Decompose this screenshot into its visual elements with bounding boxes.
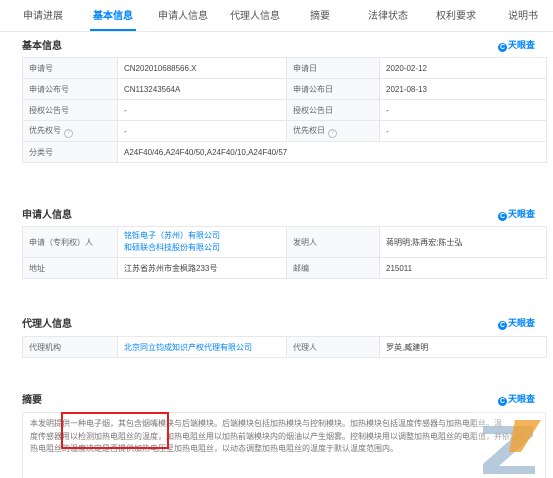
address-value: 江苏省苏州市金枫路233号	[117, 257, 287, 279]
tab-bar: 申请进展 基本信息 申请人信息 代理人信息 摘要 法律状态 权利要求 说明书	[0, 0, 553, 32]
table-row: 申请（专利权）人 铭铄电子（苏州）有限公司 和硕联合科技股份有限公司 发明人 蒋…	[22, 226, 547, 258]
basic-info-table: 申请号 CN202010688566.X 申请日 2020-02-12 申请公布…	[22, 57, 547, 163]
publication-no-label: 申请公布号	[22, 78, 118, 100]
tab-progress[interactable]: 申请进展	[18, 0, 68, 31]
priority-date-value: -	[379, 120, 547, 142]
application-date-value: 2020-02-12	[379, 57, 547, 79]
applicant-link[interactable]: 铭铄电子（苏州）有限公司	[124, 230, 280, 242]
help-icon[interactable]: ?	[64, 128, 73, 138]
agent-info-table: 代理机构 北京同立钧成知识产权代理有限公司 代理人 罗英,臧建明	[22, 336, 547, 358]
agency-link[interactable]: 北京同立钧成知识产权代理有限公司	[124, 343, 252, 352]
table-row: 分类号 A24F40/46,A24F40/50,A24F40/10,A24F40…	[22, 141, 547, 163]
table-row: 代理机构 北京同立钧成知识产权代理有限公司 代理人 罗英,臧建明	[22, 336, 547, 358]
tianyancha-icon: C	[498, 397, 507, 406]
basic-info-title: 基本信息	[22, 41, 62, 52]
applicant-value: 铭铄电子（苏州）有限公司 和硕联合科技股份有限公司	[117, 226, 287, 258]
tianyancha-icon: C	[498, 212, 507, 221]
table-row: 地址 江苏省苏州市金枫路233号 邮编 215011	[22, 257, 547, 279]
help-icon[interactable]: ?	[328, 128, 337, 138]
watermark-logo	[475, 412, 545, 478]
tianyancha-logo[interactable]: C 天眼查	[498, 316, 535, 330]
highlight-box	[61, 412, 169, 449]
table-row: 申请公布号 CN113243564A 申请公布日 2021-08-13	[22, 78, 547, 100]
zip-label: 邮编	[286, 257, 380, 279]
tianyancha-logo[interactable]: C 天眼查	[498, 38, 535, 52]
address-label: 地址	[22, 257, 118, 279]
applicant-info-title: 申请人信息	[22, 210, 72, 221]
tab-basic-info[interactable]: 基本信息	[82, 0, 144, 31]
tianyancha-logo[interactable]: C 天眼查	[498, 207, 535, 221]
table-row: 申请号 CN202010688566.X 申请日 2020-02-12	[22, 57, 547, 79]
agent-value: 罗英,臧建明	[379, 336, 547, 358]
grant-date-value: -	[379, 99, 547, 121]
table-row: 优先权号? - 优先权日? -	[22, 120, 547, 142]
priority-no-value: -	[117, 120, 287, 142]
tab-claims[interactable]: 权利要求	[428, 0, 484, 31]
grant-date-label: 授权公告日	[286, 99, 380, 121]
abstract-title: 摘要	[22, 395, 42, 406]
publication-no-value: CN113243564A	[117, 78, 287, 100]
application-no-label: 申请号	[22, 57, 118, 79]
classification-value: A24F40/46,A24F40/50,A24F40/10,A24F40/57	[117, 141, 547, 163]
applicant-label: 申请（专利权）人	[22, 226, 118, 258]
grant-no-label: 授权公告号	[22, 99, 118, 121]
publication-date-value: 2021-08-13	[379, 78, 547, 100]
applicant-info-table: 申请（专利权）人 铭铄电子（苏州）有限公司 和硕联合科技股份有限公司 发明人 蒋…	[22, 226, 547, 279]
tianyancha-logo[interactable]: C 天眼查	[498, 392, 535, 406]
tianyancha-icon: C	[498, 321, 507, 330]
application-no-value: CN202010688566.X	[117, 57, 287, 79]
agency-value: 北京同立钧成知识产权代理有限公司	[117, 336, 287, 358]
zip-value: 215011	[379, 257, 547, 279]
priority-no-label: 优先权号?	[22, 120, 118, 142]
application-date-label: 申请日	[286, 57, 380, 79]
agent-label: 代理人	[286, 336, 380, 358]
priority-date-label: 优先权日?	[286, 120, 380, 142]
inventor-value: 蒋明明;陈再宏;陈士弘	[379, 226, 547, 258]
agency-label: 代理机构	[22, 336, 118, 358]
tab-agent-info[interactable]: 代理人信息	[222, 0, 288, 31]
agent-info-title: 代理人信息	[22, 319, 72, 330]
table-row: 授权公告号 - 授权公告日 -	[22, 99, 547, 121]
grant-no-value: -	[117, 99, 287, 121]
tab-description[interactable]: 说明书	[500, 0, 546, 31]
applicant-link[interactable]: 和硕联合科技股份有限公司	[124, 242, 280, 254]
classification-label: 分类号	[22, 141, 118, 163]
tab-legal-status[interactable]: 法律状态	[360, 0, 416, 31]
tianyancha-icon: C	[498, 43, 507, 52]
tab-abstract[interactable]: 摘要	[300, 0, 340, 31]
tab-applicant-info[interactable]: 申请人信息	[150, 0, 216, 31]
publication-date-label: 申请公布日	[286, 78, 380, 100]
inventor-label: 发明人	[286, 226, 380, 258]
